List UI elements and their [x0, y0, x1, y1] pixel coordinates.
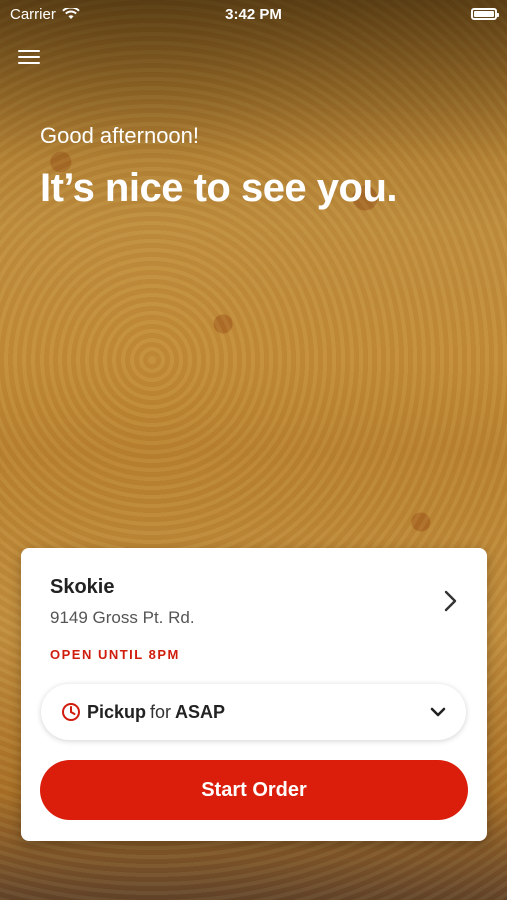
order-mode-selector[interactable]: Pickup for ASAP: [41, 684, 466, 740]
order-mode-text: Pickup for ASAP: [87, 702, 430, 723]
menu-icon-bar: [18, 50, 40, 52]
clock-icon: [62, 703, 80, 721]
wifi-icon: [62, 8, 80, 19]
battery-level: [474, 11, 494, 17]
store-name: Skokie: [50, 576, 115, 598]
status-time: 3:42 PM: [225, 5, 282, 23]
battery-icon: [471, 8, 499, 20]
menu-icon-bar: [18, 56, 40, 58]
order-connector: for: [150, 701, 172, 722]
store-address: 9149 Gross Pt. Rd.: [50, 608, 195, 627]
chevron-down-icon: [430, 707, 446, 717]
order-time: ASAP: [175, 701, 226, 722]
greeting-subtitle: Good afternoon!: [40, 123, 200, 148]
chevron-right-icon[interactable]: [439, 588, 461, 614]
greeting-title: It’s nice to see you.: [40, 166, 398, 210]
menu-button[interactable]: [18, 46, 42, 68]
menu-icon-bar: [18, 62, 40, 64]
order-type: Pickup: [87, 701, 147, 722]
status-bar: Carrier 3:42 PM: [0, 0, 507, 28]
start-order-button[interactable]: Start Order: [40, 760, 468, 820]
carrier-label: Carrier: [10, 5, 56, 23]
store-card: Skokie 9149 Gross Pt. Rd. OPEN UNTIL 8PM…: [21, 548, 487, 841]
store-hours: OPEN UNTIL 8PM: [50, 647, 180, 662]
